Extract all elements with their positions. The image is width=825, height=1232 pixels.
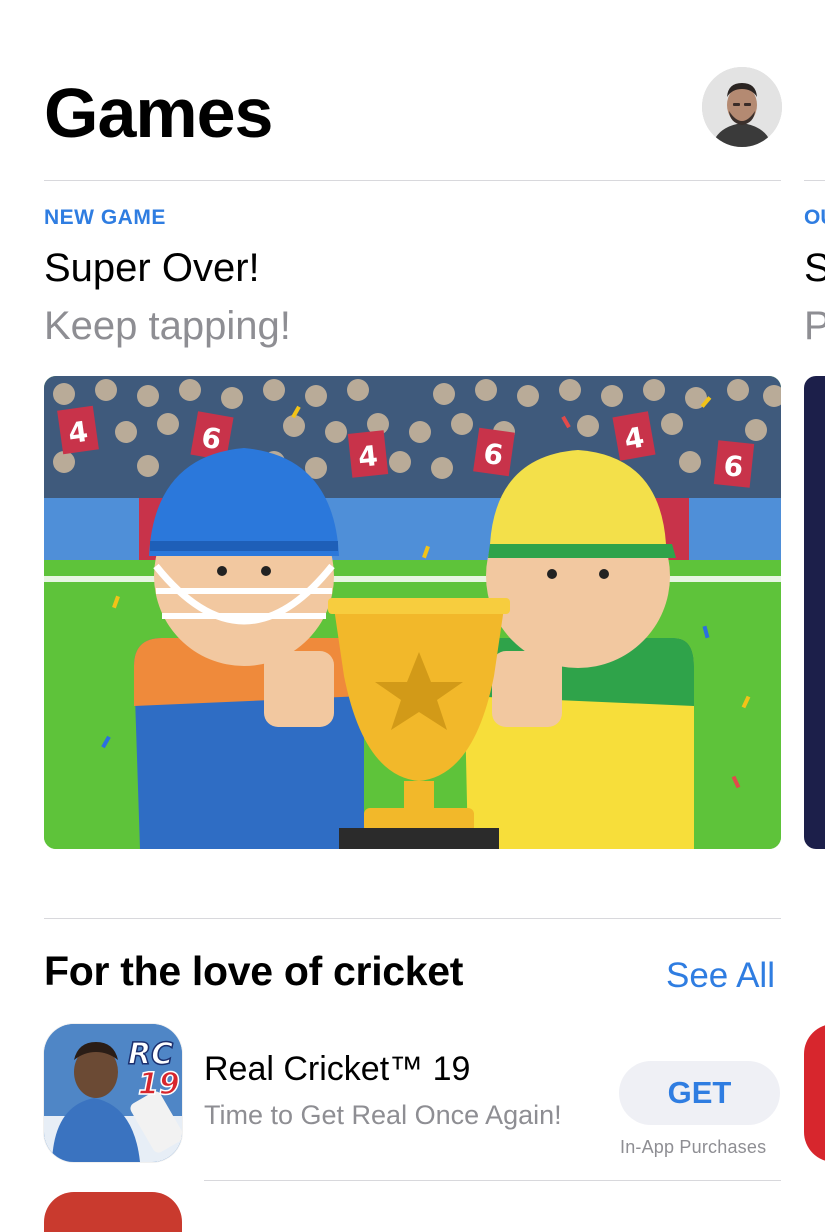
svg-text:4: 4 [357, 439, 380, 474]
feature-title[interactable]: Super Over! [44, 246, 260, 291]
icon-text-sub: 19 [138, 1067, 180, 1102]
next-feature-card[interactable] [804, 376, 825, 849]
header-divider [44, 180, 781, 181]
app-name[interactable]: Real Cricket™ 19 [204, 1050, 470, 1089]
app-tagline: Time to Get Real Once Again! [204, 1100, 562, 1130]
next-feature-kicker: OU [804, 206, 825, 229]
feature-card-artwork[interactable]: 4 6 4 6 4 6 [44, 376, 781, 849]
next-app-icon[interactable] [804, 1024, 825, 1162]
see-all-link[interactable]: See All [666, 956, 775, 996]
real-cricket-19-icon[interactable]: RC 19 [44, 1024, 182, 1162]
feature-subtitle: Keep tapping! [44, 304, 291, 348]
row-divider [204, 1180, 781, 1181]
section-title: For the love of cricket [44, 948, 464, 994]
next-feature-title[interactable]: S [804, 246, 825, 291]
svg-text:6: 6 [722, 449, 745, 484]
get-button[interactable]: GET [619, 1061, 780, 1125]
avatar-photo [702, 67, 782, 147]
profile-avatar[interactable] [702, 67, 782, 147]
section-divider [44, 918, 781, 919]
next-feature-subtitle: P [804, 304, 825, 348]
feature-kicker: NEW GAME [44, 206, 166, 229]
super-over-illustration: 4 6 4 6 4 6 [44, 376, 781, 849]
header-divider-peek [804, 180, 825, 181]
next-row-app-icon[interactable] [44, 1192, 182, 1232]
in-app-purchases-note: In-App Purchases [620, 1137, 767, 1157]
page-title: Games [44, 74, 273, 152]
